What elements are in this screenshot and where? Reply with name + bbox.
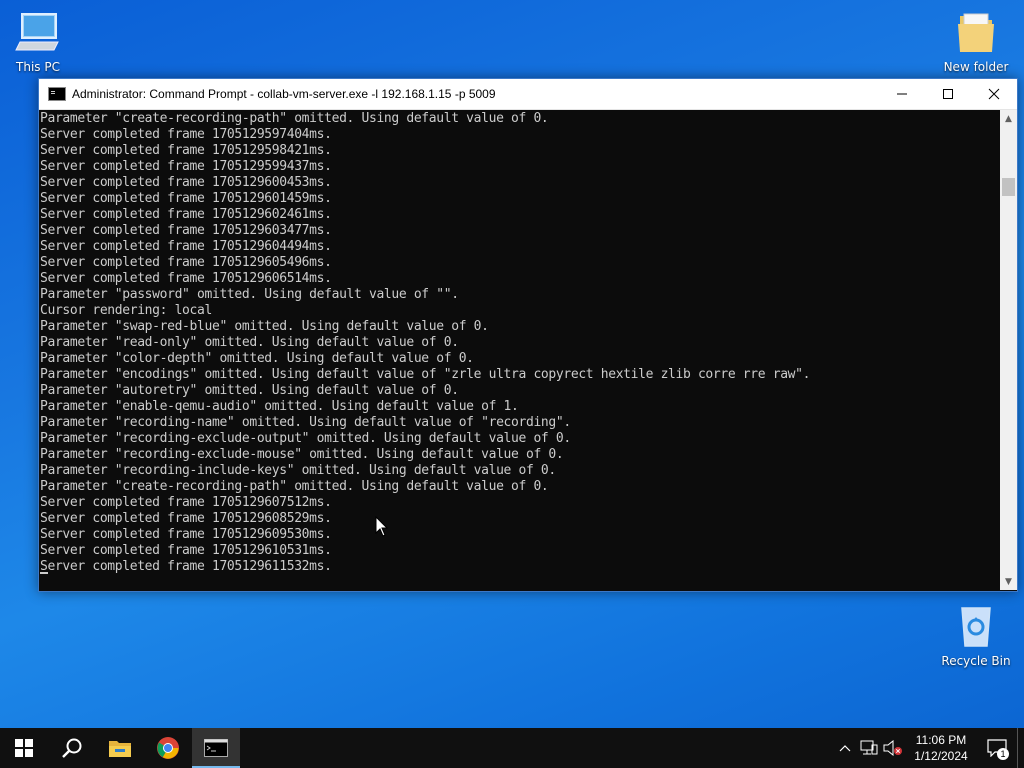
computer-icon	[15, 13, 59, 51]
console-line: Parameter "enable-qemu-audio" omitted. U…	[40, 399, 519, 414]
console-line: Parameter "create-recording-path" omitte…	[40, 479, 549, 494]
action-center-button[interactable]: 1	[977, 728, 1017, 768]
console-line: Server completed frame 1705129605496ms.	[40, 255, 332, 270]
console-line: Parameter "create-recording-path" omitte…	[40, 111, 549, 126]
taskbar: 11:06 PM 1/12/2024 1	[0, 728, 1024, 768]
desktop-icon-recycle-bin[interactable]: Recycle Bin	[936, 602, 1016, 668]
text-cursor	[40, 572, 48, 574]
console-line: Parameter "password" omitted. Using defa…	[40, 287, 459, 302]
maximize-icon	[943, 89, 953, 99]
recycle-bin-icon	[961, 607, 991, 647]
system-tray: 11:06 PM 1/12/2024 1	[833, 728, 1024, 768]
desktop-icon-new-folder[interactable]: New folder	[936, 8, 1016, 74]
scrollbar-thumb[interactable]	[1002, 178, 1015, 196]
console-line: Server completed frame 1705129611532ms.	[40, 559, 332, 574]
desktop-icon-label: This PC	[16, 60, 60, 74]
console-line: Parameter "autoretry" omitted. Using def…	[40, 383, 459, 398]
console-line: Server completed frame 1705129598421ms.	[40, 143, 332, 158]
vertical-scrollbar[interactable]: ▲ ▼	[1000, 110, 1017, 590]
console-line: Parameter "read-only" omitted. Using def…	[40, 335, 459, 350]
scroll-up-button[interactable]: ▲	[1000, 110, 1017, 127]
volume-button[interactable]	[881, 728, 905, 768]
console-line: Server completed frame 1705129609530ms.	[40, 527, 332, 542]
console-line: Parameter "swap-red-blue" omitted. Using…	[40, 319, 489, 334]
chevron-up-icon: ▲	[1005, 113, 1012, 124]
show-hidden-icons-button[interactable]	[833, 728, 857, 768]
window-titlebar[interactable]: Administrator: Command Prompt - collab-v…	[39, 79, 1017, 110]
desktop-icon-this-pc[interactable]: This PC	[0, 8, 78, 74]
console-line: Cursor rendering: local	[40, 303, 212, 318]
volume-muted-icon	[883, 740, 902, 756]
console-line: Parameter "recording-include-keys" omitt…	[40, 463, 556, 478]
minimize-icon	[897, 93, 907, 95]
console-line: Parameter "color-depth" omitted. Using d…	[40, 351, 474, 366]
desktop-icon-label: Recycle Bin	[941, 654, 1011, 668]
console-line: Server completed frame 1705129602461ms.	[40, 207, 332, 222]
show-desktop-button[interactable]	[1017, 728, 1024, 768]
desktop-icon-label: New folder	[943, 60, 1009, 74]
console-line: Server completed frame 1705129601459ms.	[40, 191, 332, 206]
console-line: Server completed frame 1705129600453ms.	[40, 175, 332, 190]
window-title: Administrator: Command Prompt - collab-v…	[72, 87, 496, 101]
minimize-button[interactable]	[879, 79, 925, 109]
close-button[interactable]	[971, 79, 1017, 109]
taskbar-file-explorer[interactable]	[96, 728, 144, 768]
taskbar-command-prompt[interactable]	[192, 728, 240, 768]
console-line: Server completed frame 1705129603477ms.	[40, 223, 332, 238]
console-line: Server completed frame 1705129610531ms.	[40, 543, 332, 558]
console-line: Parameter "recording-name" omitted. Usin…	[40, 415, 571, 430]
command-prompt-icon	[48, 87, 66, 101]
command-prompt-icon	[204, 739, 228, 757]
start-button[interactable]	[0, 728, 48, 768]
chevron-up-icon	[839, 745, 851, 752]
console-line: Parameter "encodings" omitted. Using def…	[40, 367, 811, 382]
console-line: Server completed frame 1705129604494ms.	[40, 239, 332, 254]
command-prompt-window[interactable]: Administrator: Command Prompt - collab-v…	[38, 78, 1018, 592]
windows-start-icon	[15, 739, 33, 757]
search-icon	[62, 738, 82, 758]
console-line: Server completed frame 1705129607512ms.	[40, 495, 332, 510]
taskbar-chrome[interactable]	[144, 728, 192, 768]
network-icon	[860, 740, 878, 755]
clock-time: 11:06 PM	[915, 733, 967, 747]
file-explorer-icon	[109, 741, 131, 757]
clock[interactable]: 11:06 PM 1/12/2024	[905, 732, 977, 764]
maximize-button[interactable]	[925, 79, 971, 109]
console-line: Parameter "recording-exclude-output" omi…	[40, 431, 571, 446]
scroll-down-button[interactable]: ▼	[1000, 573, 1017, 590]
console-line: Parameter "recording-exclude-mouse" omit…	[40, 447, 564, 462]
console-output[interactable]: Parameter "create-recording-path" omitte…	[39, 110, 999, 590]
network-button[interactable]	[857, 728, 881, 768]
chevron-down-icon: ▼	[1005, 576, 1012, 587]
console-lines: Parameter "create-recording-path" omitte…	[39, 110, 999, 575]
notification-badge: 1	[997, 748, 1009, 760]
chrome-icon	[157, 737, 179, 759]
search-button[interactable]	[48, 728, 96, 768]
console-line: Server completed frame 1705129597404ms.	[40, 127, 332, 142]
console-line: Server completed frame 1705129606514ms.	[40, 271, 332, 286]
console-line: Server completed frame 1705129599437ms.	[40, 159, 332, 174]
mouse-pointer-icon	[375, 516, 389, 537]
folder-icon	[958, 13, 994, 52]
clock-date: 1/12/2024	[914, 749, 968, 763]
console-line: Server completed frame 1705129608529ms.	[40, 511, 332, 526]
close-icon	[988, 88, 1000, 100]
